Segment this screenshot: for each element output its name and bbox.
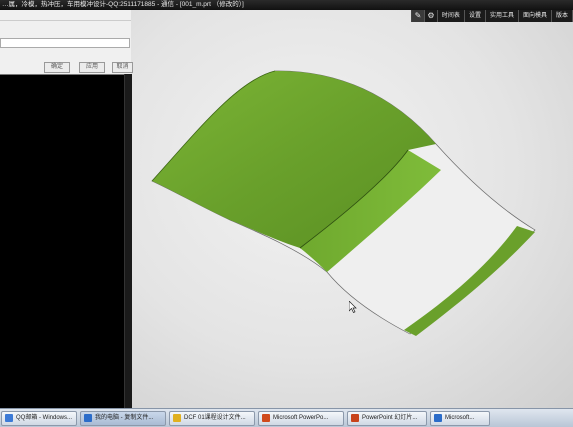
taskbar-item[interactable]: Microsoft... <box>430 410 490 426</box>
taskbar-item-label: Microsoft... <box>445 414 475 421</box>
powerpoint-icon <box>262 414 270 422</box>
app-icon <box>434 414 442 422</box>
toolbar-button-version[interactable]: 版本 <box>552 10 573 22</box>
toolbar-button-utilities[interactable]: 实用工具 <box>486 10 519 22</box>
toolbar-button-mold[interactable]: 面向模具 <box>519 10 552 22</box>
mouse-cursor-icon <box>349 301 357 313</box>
apply-button[interactable]: 应用 <box>79 62 105 73</box>
dialog-divider <box>0 20 131 21</box>
scrollbar[interactable] <box>124 74 132 408</box>
taskbar-item[interactable]: Microsoft PowerPo... <box>258 410 344 426</box>
toolbar-button-settings[interactable]: 设置 <box>465 10 486 22</box>
dialog-box: 确定 应用 取消 <box>0 10 133 75</box>
system-tray <box>493 411 573 426</box>
dialog-text-input[interactable] <box>0 38 130 48</box>
pencil-icon[interactable]: ✎ <box>411 10 425 22</box>
taskbar-item-label: Microsoft PowerPo... <box>273 414 329 421</box>
cancel-button[interactable]: 取消 <box>112 62 133 73</box>
taskbar-item[interactable]: 我的电脑 - 复制文件... <box>80 410 166 426</box>
top-toolbar: ✎ ⚙ 时间表 设置 实用工具 面向模具 版本 <box>410 10 573 22</box>
ok-button[interactable]: 确定 <box>44 62 70 73</box>
graphics-viewport[interactable] <box>131 10 573 408</box>
powerpoint-icon <box>351 414 359 422</box>
folder-icon <box>173 414 181 422</box>
taskbar-item-label: DCF 01课程设计文件... <box>184 414 246 421</box>
sheet-surface-model[interactable] <box>131 10 573 408</box>
taskbar-item-label: QQ邮箱 - Windows... <box>16 414 73 421</box>
taskbar-item-label: 我的电脑 - 复制文件... <box>95 414 154 421</box>
taskbar-item-label: PowerPoint 幻灯片... <box>362 414 418 421</box>
left-panel: 确定 应用 取消 <box>0 10 133 408</box>
taskbar-item[interactable]: QQ邮箱 - Windows... <box>1 410 77 426</box>
taskbar-item[interactable]: DCF 01课程设计文件... <box>169 410 255 426</box>
app-icon <box>5 414 13 422</box>
gear-icon[interactable]: ⚙ <box>425 10 438 22</box>
window-title-bar[interactable]: …属，冷模，热冲压，车用模冲设计-QQ:2511171885 - 通信 - [0… <box>0 0 573 10</box>
taskbar-item[interactable]: PowerPoint 幻灯片... <box>347 410 427 426</box>
taskbar: QQ邮箱 - Windows... 我的电脑 - 复制文件... DCF 01课… <box>0 408 573 427</box>
app-icon <box>84 414 92 422</box>
toolbar-button-schedule[interactable]: 时间表 <box>438 10 465 22</box>
window-title: …属，冷模，热冲压，车用模冲设计-QQ:2511171885 - 通信 - [0… <box>2 1 244 8</box>
